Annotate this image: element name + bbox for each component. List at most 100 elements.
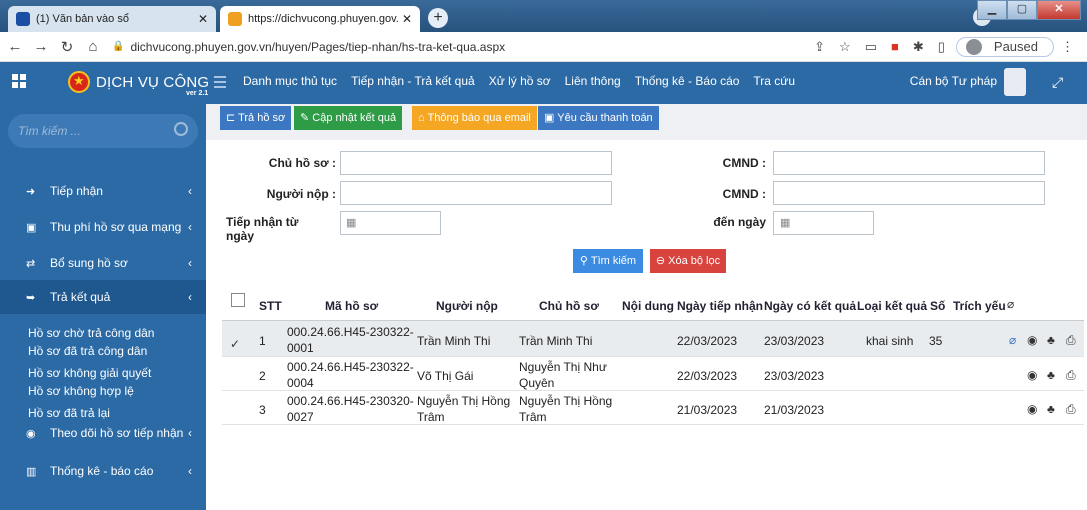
bookmark-star-icon[interactable]: ☆ — [839, 39, 851, 55]
action-toolbar: ⊏ Trả hồ sơ ✎ Cập nhật kết quả ⌂ Thông b… — [206, 104, 1087, 140]
browser-tab-1[interactable]: (1) Văn bản vào sổ ✕ — [8, 6, 216, 32]
url-field[interactable]: 🔒 dichvucong.phuyen.gov.vn/huyen/Pages/t… — [112, 36, 807, 58]
user-name[interactable]: Cán bộ Tư pháp — [910, 74, 997, 88]
sidebar-search-placeholder: Tìm kiếm ... — [18, 124, 81, 138]
sidebar-item-bo-sung[interactable]: ⇄ Bổ sung hồ sơ ‹ — [0, 246, 206, 280]
sidebar-item-tiep-nhan[interactable]: ➜ Tiếp nhận ‹ — [0, 174, 206, 208]
col-noi-dung: Nội dung — [622, 299, 674, 313]
money-icon: ▣ — [544, 112, 558, 124]
minimize-button[interactable]: ▁ — [977, 0, 1007, 20]
id2-label: CMND : — [722, 187, 766, 201]
close-tab-icon[interactable]: ✕ — [402, 12, 412, 26]
eye-icon[interactable]: ◉ — [1027, 368, 1037, 382]
row-stt: 1 — [259, 334, 266, 348]
sidebar-item-theo-doi[interactable]: ◉ Theo dõi hồ sơ tiếp nhận ‹ — [0, 416, 206, 450]
search-button[interactable]: ⚲ Tìm kiếm — [573, 249, 643, 273]
profile-avatar — [965, 38, 982, 55]
nav-item[interactable]: Xử lý hồ sơ — [489, 74, 551, 88]
new-tab-button[interactable]: + — [428, 8, 448, 28]
sidepanel-icon[interactable]: ▯ — [938, 39, 945, 55]
clear-filter-button[interactable]: ⊖ Xóa bộ lọc — [650, 249, 726, 273]
return-file-label: Trả hồ sơ — [238, 112, 286, 124]
apps-grid-icon[interactable] — [12, 74, 26, 88]
col-chu-ho-so: Chủ hồ sơ — [539, 299, 599, 313]
sidebar-item-tra-ket-qua[interactable]: ➥ Trả kết quả ‹ — [0, 280, 206, 314]
row-ma-ho-so: 000.24.66.H45-230322- — [287, 325, 414, 339]
print-icon[interactable]: ⎙ — [1066, 333, 1076, 348]
nav-item[interactable]: Tra cứu — [753, 74, 795, 88]
tab-title: https://dichvucong.phuyen.gov.vn — [248, 13, 398, 25]
browser-tab-2[interactable]: https://dichvucong.phuyen.gov.vn ✕ — [220, 6, 420, 32]
owner-input[interactable] — [340, 151, 612, 175]
cast-icon[interactable]: ▭ — [865, 39, 877, 55]
share-icon[interactable]: ⇪ — [814, 39, 825, 55]
eye-icon: ◉ — [26, 427, 36, 440]
nav-item[interactable]: Tiếp nhận - Trả kết quả — [351, 74, 475, 88]
return-file-button[interactable]: ⊏ Trả hồ sơ — [220, 106, 292, 130]
return-icon: ⊏ — [226, 112, 239, 124]
sitemap-icon[interactable]: ♣ — [1047, 368, 1055, 382]
forward-icon[interactable]: → — [30, 38, 52, 55]
sign-out-icon: ➥ — [26, 291, 36, 304]
app-header: DỊCH VỤ CÔNG ver 2.1 Danh mục thủ tục Ti… — [0, 62, 1087, 104]
tab-favicon-icon — [228, 12, 242, 26]
url-text: dichvucong.phuyen.gov.vn/huyen/Pages/tie… — [130, 39, 506, 54]
extension-red-icon[interactable]: ■ — [891, 39, 899, 54]
print-icon[interactable]: ⎙ — [1066, 368, 1076, 383]
email-notify-label: Thông báo qua email — [427, 112, 531, 124]
id1-input[interactable] — [773, 151, 1045, 175]
sidebar-subitem[interactable]: Hồ sơ chờ trả công dân — [28, 324, 206, 342]
user-avatar[interactable] — [1004, 68, 1026, 96]
back-icon[interactable]: ← — [4, 38, 26, 55]
chevron-left-icon: ‹ — [188, 256, 192, 270]
search-minus-icon: ⊖ — [655, 255, 669, 267]
row-ma-ho-so-2: 0004 — [287, 376, 314, 390]
paperclip-icon[interactable]: ⌀ — [1009, 333, 1016, 347]
puzzle-icon[interactable]: ✱ — [913, 39, 924, 55]
reload-icon[interactable]: ↻ — [56, 38, 78, 56]
close-tab-icon[interactable]: ✕ — [198, 12, 208, 26]
to-date-label: đến ngày — [713, 215, 766, 229]
print-icon[interactable]: ⎙ — [1066, 402, 1076, 417]
sidebar-search[interactable]: Tìm kiếm ... — [8, 114, 198, 148]
nav-item[interactable]: Liên thông — [565, 74, 621, 88]
row-ma-ho-so-2: 0001 — [287, 341, 314, 355]
row-ngay-tiep-nhan: 21/03/2023 — [677, 403, 738, 417]
profile-paused-button[interactable]: Paused — [955, 36, 1054, 57]
id2-input[interactable] — [773, 181, 1045, 205]
search-icon[interactable] — [174, 122, 188, 136]
sitemap-icon[interactable]: ♣ — [1047, 333, 1055, 347]
email-notify-button[interactable]: ⌂ Thông báo qua email — [412, 106, 537, 130]
close-window-button[interactable]: ✕ — [1037, 0, 1081, 20]
update-result-button[interactable]: ✎ Cập nhật kết quả — [294, 106, 403, 130]
sidebar-item-thu-phi[interactable]: ▣ Thu phí hồ sơ qua mạng ‹ — [0, 210, 206, 244]
sidebar-subitem[interactable]: Hồ sơ không hợp lệ — [28, 382, 206, 400]
calendar-icon[interactable]: ▦ — [780, 216, 790, 229]
row-ngay-co-ket-qua: 23/03/2023 — [764, 369, 825, 383]
sidebar-subitem[interactable]: Hồ sơ đã trả công dân — [28, 342, 206, 360]
nav-item[interactable]: Thống kê - Báo cáo — [635, 74, 740, 88]
submitter-input[interactable] — [340, 181, 612, 205]
payment-request-button[interactable]: ▣ Yêu cầu thanh toán — [538, 106, 659, 130]
check-icon: ✓ — [230, 337, 241, 351]
clear-filter-label: Xóa bộ lọc — [668, 255, 721, 267]
eye-icon[interactable]: ◉ — [1027, 402, 1037, 416]
update-result-label: Cập nhật kết quả — [312, 112, 397, 124]
browser-menu-icon[interactable]: ⋮ — [1061, 39, 1074, 55]
nav-item[interactable]: Danh mục thủ tục — [243, 74, 337, 88]
tab-favicon-icon — [16, 12, 30, 26]
calendar-icon[interactable]: ▦ — [346, 216, 356, 229]
hamburger-icon[interactable] — [214, 76, 226, 88]
fullscreen-icon[interactable]: ⤢ — [1052, 74, 1063, 91]
home-icon[interactable]: ⌂ — [82, 38, 104, 55]
eye-icon[interactable]: ◉ — [1027, 333, 1037, 347]
sitemap-icon[interactable]: ♣ — [1047, 402, 1055, 416]
sidebar-item-label: Trả kết quả — [50, 290, 111, 304]
row-nguoi-nop-2: Trâm — [417, 410, 445, 424]
select-all-checkbox[interactable] — [231, 293, 245, 307]
sidebar-subitem[interactable]: Hồ sơ không giải quyết — [28, 364, 206, 382]
col-trich-yeu: Trích yếu — [953, 299, 1006, 313]
sidebar-item-thong-ke[interactable]: ▥ Thống kê - báo cáo ‹ — [0, 454, 206, 488]
money-icon: ▣ — [26, 221, 37, 234]
maximize-button[interactable]: ▢ — [1007, 0, 1037, 20]
